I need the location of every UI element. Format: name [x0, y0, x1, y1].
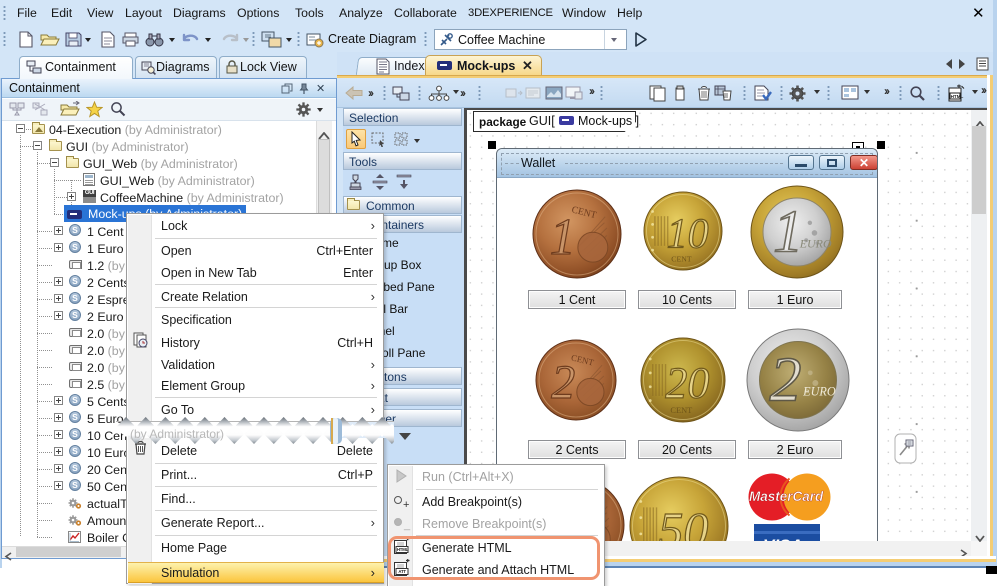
- svg-text:1: 1: [773, 198, 803, 264]
- svg-text:50: 50: [658, 502, 708, 541]
- svg-text:MasterCard: MasterCard: [749, 489, 824, 504]
- svg-text:20: 20: [665, 359, 709, 408]
- svg-text:EURO: EURO: [802, 384, 836, 398]
- svg-text:2: 2: [769, 343, 801, 414]
- svg-text:EURO: EURO: [799, 237, 832, 251]
- svg-text:10: 10: [667, 211, 709, 257]
- svg-text:2: 2: [551, 356, 575, 409]
- svg-text:HTML: HTML: [951, 94, 964, 99]
- svg-text:(by Administrator): (by Administrator): [130, 427, 224, 441]
- svg-text:CENT: CENT: [670, 406, 692, 415]
- svg-text:CENT: CENT: [671, 254, 692, 263]
- svg-text:1: 1: [550, 209, 576, 266]
